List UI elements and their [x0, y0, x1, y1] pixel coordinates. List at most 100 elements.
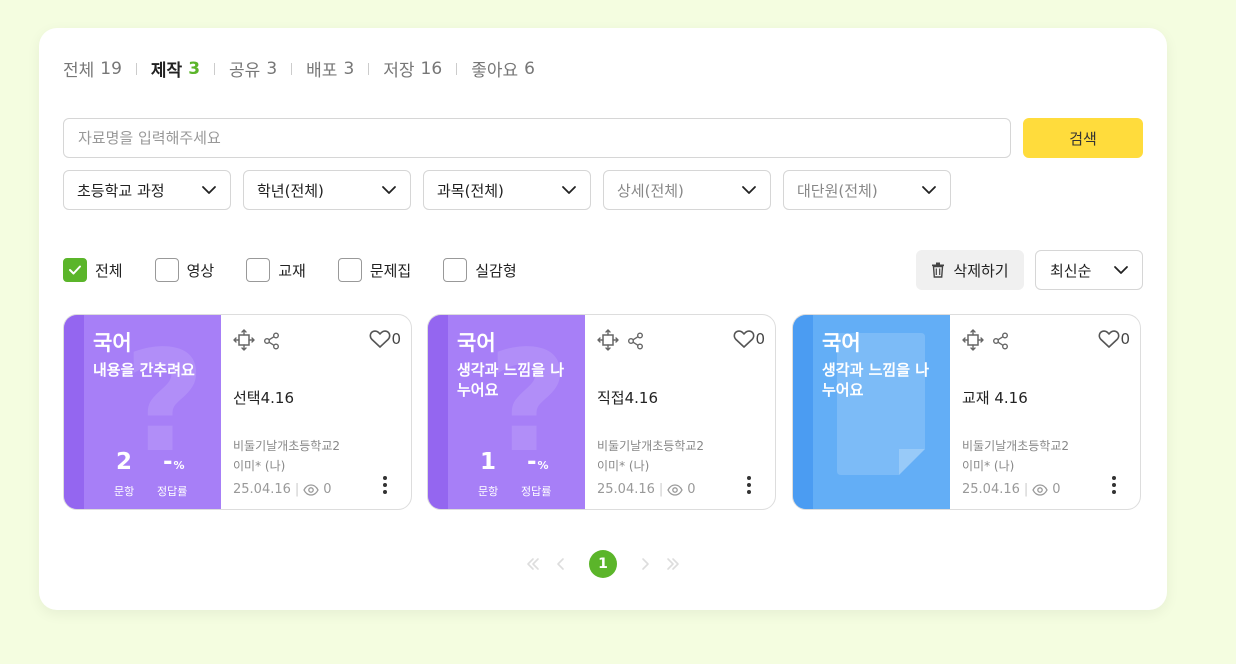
- more-menu-button[interactable]: [737, 473, 761, 497]
- like-count: 0: [755, 330, 765, 348]
- eye-icon: [1032, 483, 1049, 496]
- rate-label: 정답률: [157, 485, 188, 498]
- select-label: 대단원(전체): [797, 181, 878, 200]
- card-school: 비둘기날개초등학교2: [962, 439, 1069, 453]
- like-button[interactable]: 0: [733, 329, 765, 349]
- tab-all[interactable]: 전체 19: [63, 56, 122, 82]
- card-school: 비둘기날개초등학교2: [233, 439, 340, 453]
- tab-count: 6: [524, 58, 535, 79]
- type-filter-row: 전체 영상 교재 문제집 실감형: [63, 258, 549, 282]
- share-icon[interactable]: [263, 332, 281, 350]
- like-button[interactable]: 0: [1098, 329, 1130, 349]
- meta-divider: |: [294, 482, 300, 497]
- card-date: 25.04.16: [597, 482, 655, 497]
- heart-icon: [1099, 330, 1120, 348]
- chevron-down-icon: [1114, 266, 1128, 274]
- material-card[interactable]: 국어 생각과 느낌을 나누어요 0 교재 4.16 비둘기날개초등학교2 이미*…: [792, 314, 1141, 510]
- checkbox[interactable]: [443, 258, 468, 282]
- card-subject: 국어: [457, 331, 496, 355]
- prev-page-button[interactable]: [547, 550, 575, 578]
- type-checkbox-video[interactable]: 영상: [154, 258, 214, 282]
- type-checkbox-all[interactable]: 전체: [63, 258, 123, 282]
- material-card[interactable]: ? 국어 내용을 간추려요 2 -% 문항 정답률 0 선택4.16 비둘기날개…: [63, 314, 412, 510]
- view-count: 0: [1052, 482, 1061, 497]
- type-checkbox-textbook[interactable]: 교재: [246, 258, 306, 282]
- pagination: 1: [39, 550, 1167, 578]
- select-label: 과목(전체): [437, 181, 504, 200]
- svg-text:?: ?: [488, 335, 569, 465]
- checkbox[interactable]: [337, 258, 362, 282]
- like-count: 0: [1120, 330, 1130, 348]
- page-button-current[interactable]: 1: [589, 550, 617, 578]
- tab-divider: [135, 62, 137, 75]
- move-icon[interactable]: [962, 329, 984, 351]
- tab-liked[interactable]: 좋아요 6: [471, 56, 535, 82]
- detail-select[interactable]: 상세(전체): [603, 170, 771, 210]
- type-checkbox-immersive[interactable]: 실감형: [443, 258, 517, 282]
- trash-icon: [932, 262, 945, 278]
- card-name: 직접4.16: [597, 389, 658, 407]
- search-button[interactable]: 검색: [1023, 118, 1143, 158]
- select-label: 상세(전체): [617, 181, 684, 200]
- search-input[interactable]: [63, 118, 1011, 158]
- type-checkbox-workbook[interactable]: 문제집: [337, 258, 412, 282]
- select-label: 초등학교 과정: [77, 181, 165, 200]
- tab-count: 16: [420, 58, 443, 79]
- eye-icon: [667, 483, 684, 496]
- share-icon[interactable]: [992, 332, 1010, 350]
- more-menu-button[interactable]: [373, 473, 397, 497]
- like-count: 0: [391, 330, 401, 348]
- tab-count: 3: [343, 58, 355, 79]
- checkbox-label: 전체: [95, 261, 123, 280]
- tab-label: 공유: [229, 61, 261, 81]
- tab-label: 저장: [383, 61, 415, 81]
- search-row: 검색: [63, 118, 1143, 158]
- material-card[interactable]: ? 국어 생각과 느낌을 나누어요 1 -% 문항 정답률 0 직접4.16 비…: [427, 314, 776, 510]
- grade-select[interactable]: 학년(전체): [243, 170, 411, 210]
- card-school: 비둘기날개초등학교2: [597, 439, 704, 453]
- tab-saved[interactable]: 저장 16: [383, 56, 443, 82]
- question-count: 1: [480, 449, 497, 475]
- tab-count: 19: [100, 58, 122, 79]
- tab-created[interactable]: 제작 3: [151, 56, 200, 82]
- question-label: 문항: [478, 485, 499, 498]
- checkbox[interactable]: [154, 258, 179, 282]
- card-stats: 1 -% 문항 정답률: [428, 447, 585, 507]
- like-button[interactable]: 0: [369, 329, 401, 349]
- delete-button[interactable]: 삭제하기: [916, 250, 1024, 290]
- tab-label: 배포: [306, 61, 338, 81]
- move-icon[interactable]: [233, 329, 255, 351]
- course-select[interactable]: 초등학교 과정: [63, 170, 231, 210]
- more-menu-button[interactable]: [1102, 473, 1126, 497]
- chevron-left-icon: [557, 558, 564, 570]
- checkbox-label: 문제집: [369, 261, 412, 280]
- question-count: 2: [116, 449, 133, 475]
- checkbox[interactable]: [246, 258, 271, 282]
- card-cover: ? 국어 내용을 간추려요 2 -% 문항 정답률: [64, 315, 221, 509]
- checkbox[interactable]: [63, 258, 87, 282]
- correct-rate: -%: [163, 449, 185, 475]
- double-chevron-left-icon: [527, 558, 539, 570]
- card-author: 이미* (나): [962, 459, 1015, 473]
- eye-icon: [303, 483, 320, 496]
- book-spine: [793, 315, 813, 509]
- view-count: 0: [323, 482, 332, 497]
- unit-select[interactable]: 대단원(전체): [783, 170, 951, 210]
- more-vertical-icon: [383, 476, 387, 494]
- card-stats: 2 -% 문항 정답률: [64, 447, 221, 507]
- last-page-button[interactable]: [659, 550, 687, 578]
- sort-select[interactable]: 최신순: [1035, 250, 1143, 290]
- tab-shared[interactable]: 공유 3: [229, 56, 277, 82]
- correct-rate: -%: [527, 449, 549, 475]
- heart-icon: [734, 330, 755, 348]
- move-icon[interactable]: [597, 329, 619, 351]
- rate-label: 정답률: [521, 485, 552, 498]
- card-subject: 국어: [93, 331, 132, 355]
- share-icon[interactable]: [627, 332, 645, 350]
- next-page-button[interactable]: [631, 550, 659, 578]
- double-chevron-right-icon: [667, 558, 679, 570]
- checkbox-label: 실감형: [475, 261, 517, 280]
- subject-select[interactable]: 과목(전체): [423, 170, 591, 210]
- first-page-button[interactable]: [519, 550, 547, 578]
- tab-distributed[interactable]: 배포 3: [306, 56, 355, 82]
